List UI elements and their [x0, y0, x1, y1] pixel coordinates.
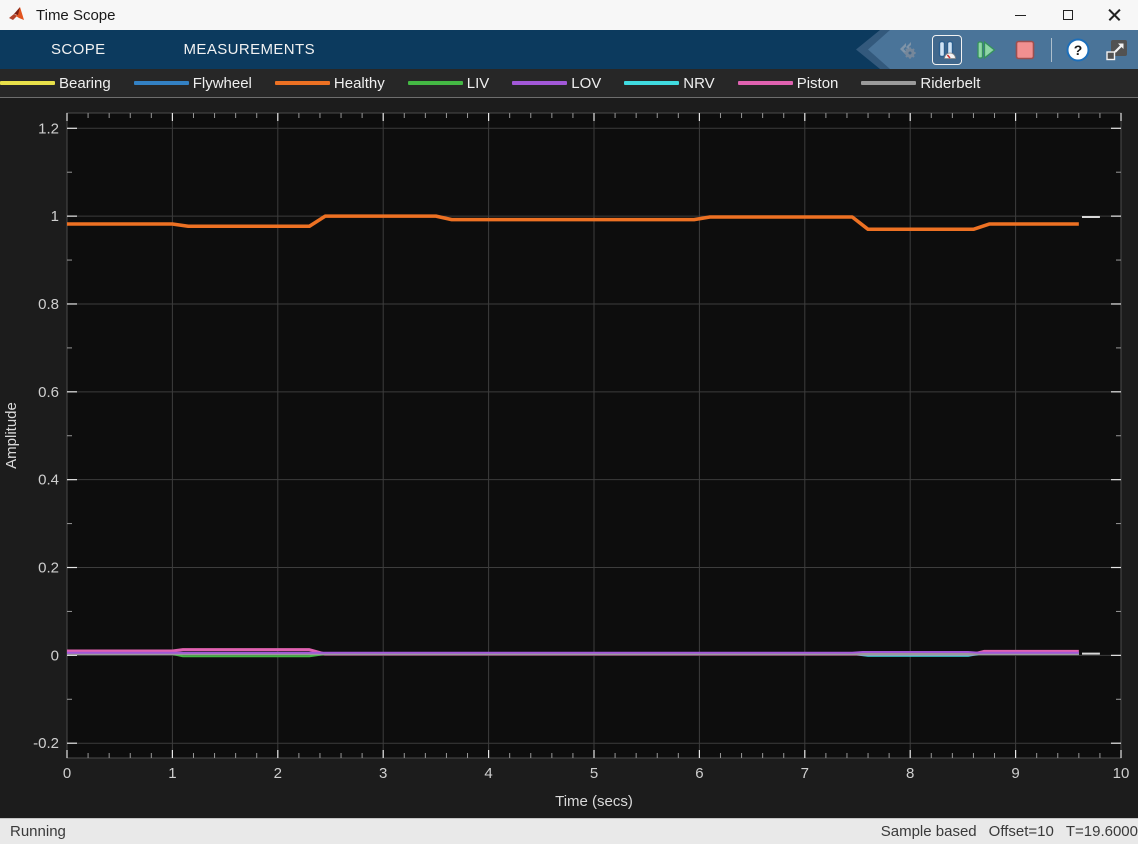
- liv-swatch: [408, 81, 463, 85]
- pause-icon: [935, 38, 959, 62]
- plot-canvas[interactable]: 012345678910-0.200.20.40.60.811.2Time (s…: [0, 98, 1138, 818]
- x-tick-label: 9: [1011, 765, 1019, 782]
- plot-region: 012345678910-0.200.20.40.60.811.2Time (s…: [0, 98, 1138, 818]
- step-back-button[interactable]: [893, 35, 923, 65]
- piston-swatch: [738, 81, 793, 85]
- flywheel-swatch: [134, 81, 189, 85]
- title-bar[interactable]: Time Scope: [0, 0, 1138, 30]
- window-title: Time Scope: [36, 7, 115, 24]
- x-tick-label: 0: [63, 765, 71, 782]
- legend-item-bearing[interactable]: Bearing: [0, 75, 111, 92]
- legend-item-piston[interactable]: Piston: [738, 75, 839, 92]
- riderbelt-swatch: [861, 81, 916, 85]
- stop-button[interactable]: [1010, 35, 1040, 65]
- y-axis-label: Amplitude: [3, 402, 20, 469]
- series-line-lov: [67, 652, 1079, 653]
- legend-label: LOV: [571, 75, 601, 92]
- x-tick-label: 8: [906, 765, 914, 782]
- tab-scope[interactable]: SCOPE: [47, 41, 110, 58]
- x-tick-label: 10: [1113, 765, 1130, 782]
- toolbar-separator: [1051, 38, 1052, 62]
- x-axis-label: Time (secs): [555, 793, 633, 810]
- legend-label: Healthy: [334, 75, 385, 92]
- ribbon: SCOPE MEASUREMENTS: [0, 30, 1138, 69]
- y-tick-label: 0.4: [38, 472, 59, 489]
- y-tick-label: -0.2: [33, 735, 59, 752]
- pop-out-button[interactable]: [1102, 35, 1132, 65]
- step-forward-button[interactable]: [971, 35, 1001, 65]
- y-tick-label: 1: [51, 208, 59, 225]
- legend-item-riderbelt[interactable]: Riderbelt: [861, 75, 980, 92]
- close-icon: [1108, 9, 1121, 22]
- legend-item-nrv[interactable]: NRV: [624, 75, 714, 92]
- help-icon: ?: [1065, 37, 1091, 63]
- close-button[interactable]: [1091, 0, 1138, 30]
- y-tick-label: 0.8: [38, 296, 59, 313]
- svg-text:?: ?: [1074, 42, 1083, 58]
- offset-text: Offset=10: [989, 823, 1054, 840]
- x-tick-label: 2: [274, 765, 282, 782]
- x-tick-label: 3: [379, 765, 387, 782]
- pop-out-icon: [1104, 37, 1130, 63]
- legend-item-healthy[interactable]: Healthy: [275, 75, 385, 92]
- step-back-icon: [896, 38, 920, 62]
- x-tick-label: 1: [168, 765, 176, 782]
- legend-label: Piston: [797, 75, 839, 92]
- x-tick-label: 7: [801, 765, 809, 782]
- maximize-icon: [1063, 10, 1073, 20]
- healthy-swatch: [275, 81, 330, 85]
- minimize-icon: [1015, 15, 1026, 16]
- time-text: T=19.6000: [1066, 823, 1138, 840]
- y-tick-label: 1.2: [38, 120, 59, 137]
- legend-label: Riderbelt: [920, 75, 980, 92]
- lov-swatch: [512, 81, 567, 85]
- y-tick-label: 0.2: [38, 560, 59, 577]
- legend-item-flywheel[interactable]: Flywheel: [134, 75, 252, 92]
- maximize-button[interactable]: [1044, 0, 1091, 30]
- y-tick-label: 0: [51, 647, 59, 664]
- toolbar-banner: ?: [856, 30, 1138, 69]
- help-button[interactable]: ?: [1063, 35, 1093, 65]
- legend-item-liv[interactable]: LIV: [408, 75, 490, 92]
- legend-label: NRV: [683, 75, 714, 92]
- simulation-status: Running: [0, 823, 66, 840]
- legend-label: Bearing: [59, 75, 111, 92]
- nrv-swatch: [624, 81, 679, 85]
- sample-mode-text: Sample based: [881, 823, 977, 840]
- y-tick-label: 0.6: [38, 384, 59, 401]
- legend-label: LIV: [467, 75, 490, 92]
- stop-icon: [1013, 38, 1037, 62]
- legend-bar: Bearing Flywheel Healthy LIV LOV NRV Pis…: [0, 69, 1138, 98]
- tab-measurements[interactable]: MEASUREMENTS: [180, 41, 319, 58]
- legend-label: Flywheel: [193, 75, 252, 92]
- matlab-logo-icon: [8, 6, 28, 24]
- minimize-button[interactable]: [997, 0, 1044, 30]
- step-forward-icon: [974, 38, 998, 62]
- x-tick-label: 6: [695, 765, 703, 782]
- status-bar: Running Sample based Offset=10 T=19.6000: [0, 818, 1138, 844]
- x-tick-label: 4: [484, 765, 492, 782]
- x-tick-label: 5: [590, 765, 598, 782]
- legend-item-lov[interactable]: LOV: [512, 75, 601, 92]
- bearing-swatch: [0, 81, 55, 85]
- time-scope-window: Time Scope SCOPE MEASUREMENTS: [0, 0, 1138, 844]
- pause-button[interactable]: [932, 35, 962, 65]
